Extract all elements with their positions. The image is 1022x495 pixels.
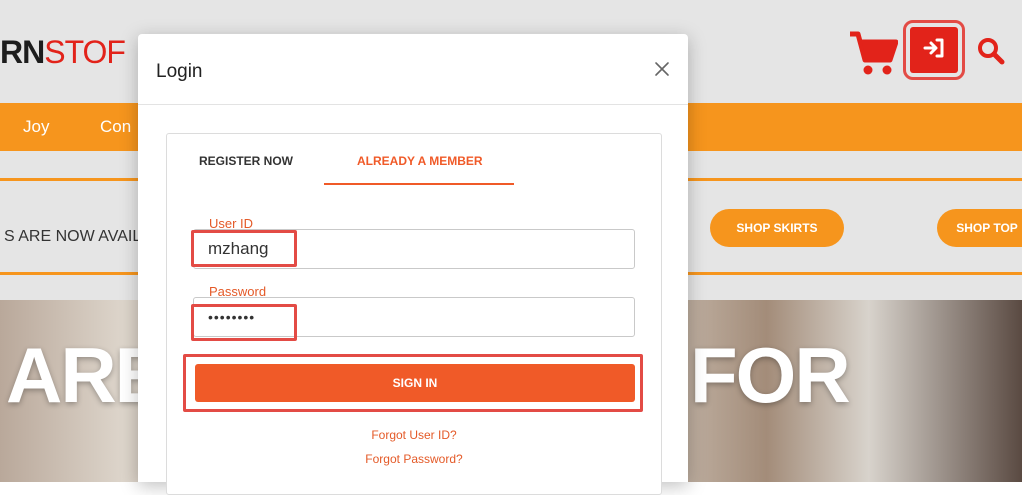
active-tab-indicator — [324, 183, 514, 185]
tab-register-now[interactable]: REGISTER NOW — [199, 154, 293, 168]
user-id-value: mzhang — [208, 239, 269, 258]
forgot-user-id-link[interactable]: Forgot User ID? — [167, 428, 661, 442]
tab-already-member[interactable]: ALREADY A MEMBER — [357, 154, 483, 168]
sign-in-button[interactable]: SIGN IN — [195, 364, 635, 402]
login-modal: Login REGISTER NOW ALREADY A MEMBER User… — [138, 34, 688, 495]
password-field[interactable]: •••••••• — [193, 297, 635, 337]
login-card: REGISTER NOW ALREADY A MEMBER User ID mz… — [166, 133, 662, 495]
modal-divider — [138, 104, 688, 105]
password-value: •••••••• — [208, 309, 256, 325]
modal-overlay: Login REGISTER NOW ALREADY A MEMBER User… — [0, 0, 1022, 495]
close-icon[interactable] — [652, 59, 672, 79]
forgot-password-link[interactable]: Forgot Password? — [167, 452, 661, 466]
modal-title: Login — [156, 61, 203, 82]
user-id-field[interactable]: mzhang — [193, 229, 635, 269]
